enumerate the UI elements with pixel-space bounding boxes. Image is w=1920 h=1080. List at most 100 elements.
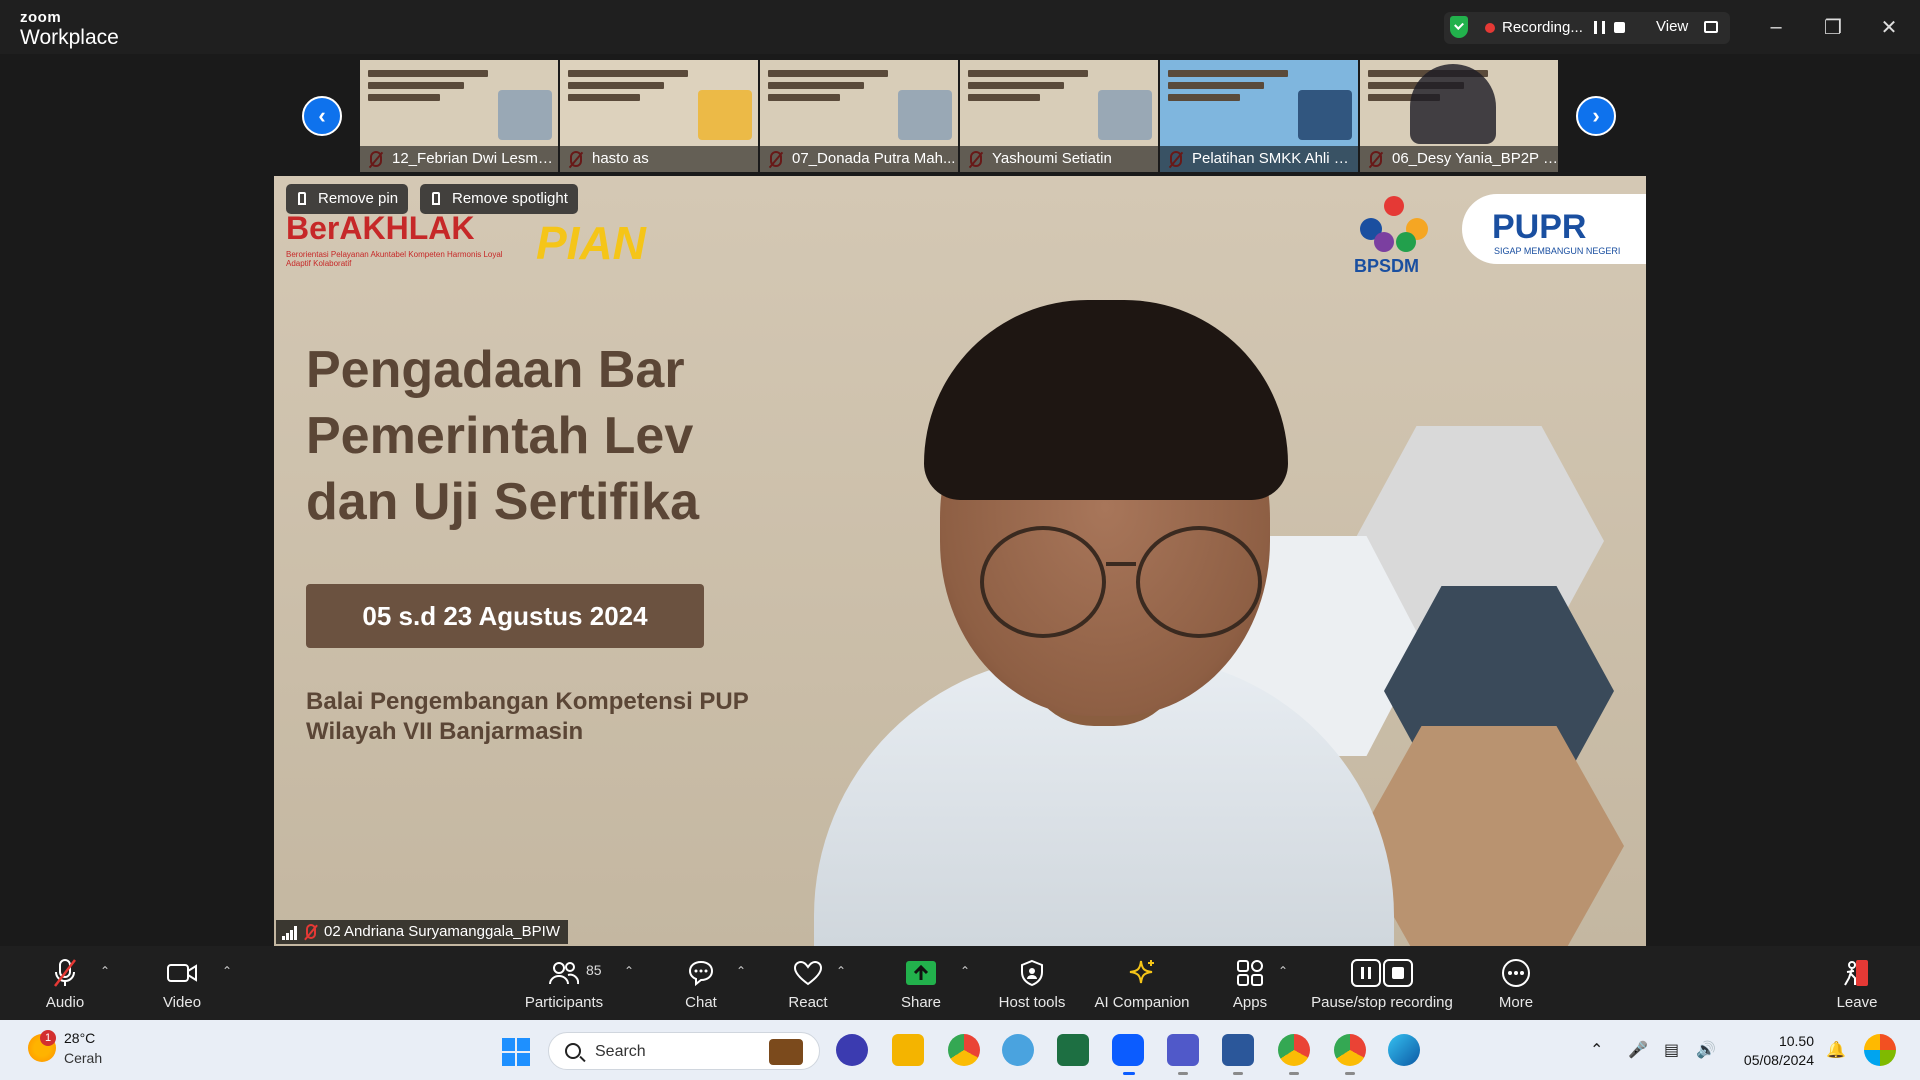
network-icon[interactable]: ▤ [1664, 1040, 1679, 1060]
speaker-label: 02 Andriana Suryamanggala_BPIW [276, 920, 568, 944]
audio-label: Audio [45, 994, 85, 1011]
speaker-name: 02 Andriana Suryamanggala_BPIW [324, 923, 560, 940]
minimize-icon[interactable]: – [1763, 14, 1789, 40]
video-button[interactable]: Video [142, 946, 222, 1020]
participants-count: 85 [586, 962, 602, 978]
chat-button[interactable]: Chat [664, 946, 738, 1020]
title-bar: zoom Workplace Recording... View – ❐ ✕ [0, 0, 1920, 54]
edge-icon[interactable] [1388, 1034, 1420, 1066]
zoom-app-icon[interactable] [1112, 1034, 1144, 1066]
share-options-chevron-icon[interactable]: ⌃ [960, 964, 970, 978]
chrome-icon[interactable] [948, 1034, 980, 1066]
share-button[interactable]: Share [882, 946, 960, 1020]
brand-top: zoom [20, 9, 62, 26]
clock-time: 10.50 [1778, 1033, 1814, 1049]
encryption-shield-icon[interactable] [1450, 16, 1468, 38]
copilot-icon[interactable] [1864, 1034, 1896, 1066]
participant-name: 12_Febrian Dwi Lesmo... [360, 146, 558, 172]
view-label: View [1656, 18, 1689, 35]
weather-temperature[interactable]: 28°C [64, 1030, 95, 1046]
heart-icon [792, 958, 824, 988]
remove-pin-button[interactable]: Remove pin [286, 184, 409, 214]
leave-button[interactable]: Leave [1820, 946, 1894, 1020]
participant-thumbnail[interactable]: 06_Desy Yania_BP2P K I [1360, 60, 1558, 172]
apps-button[interactable]: Apps [1210, 946, 1290, 1020]
chat-bubble-icon [685, 958, 717, 988]
thumbnail-slide [968, 70, 1088, 130]
participant-thumbnail[interactable]: 12_Febrian Dwi Lesmo... [360, 60, 558, 172]
more-dots-icon [1500, 958, 1532, 988]
glasses-right [1136, 526, 1262, 638]
weather-badge: 1 [40, 1030, 56, 1046]
react-options-chevron-icon[interactable]: ⌃ [836, 964, 846, 978]
volume-icon[interactable]: 🔊 [1696, 1040, 1716, 1060]
close-icon[interactable]: ✕ [1876, 14, 1902, 40]
weather-condition[interactable]: Cerah [64, 1050, 102, 1066]
taskbar-search[interactable]: Search [548, 1032, 820, 1070]
restore-icon[interactable]: ❐ [1820, 14, 1846, 40]
zoom-logo: zoom Workplace [20, 10, 119, 48]
presenter-video [774, 236, 1474, 946]
pause-stop-icon [1350, 958, 1414, 988]
taskbar-clock[interactable]: 10.50 05/08/2024 [1730, 1032, 1814, 1070]
host-tools-button[interactable]: Host tools [990, 946, 1074, 1020]
show-hidden-icons-chevron-icon[interactable]: ⌃ [1590, 1040, 1603, 1060]
thumbnail-art [1098, 90, 1152, 140]
host-shield-icon [1016, 958, 1048, 988]
participant-thumbnail[interactable]: 07_Donada Putra Mah... [760, 60, 958, 172]
remove-pin-label: Remove pin [318, 190, 399, 207]
slide-title-line: Pengadaan Bar [306, 341, 685, 399]
video-options-chevron-icon[interactable]: ⌃ [222, 964, 232, 978]
apps-options-chevron-icon[interactable]: ⌃ [1278, 964, 1288, 978]
pupr-label: PUPR [1492, 208, 1587, 246]
open-app-indicator [1289, 1072, 1299, 1075]
chrome-profile-icon[interactable] [1334, 1034, 1366, 1066]
pause-stop-recording-button[interactable]: Pause/stop recording [1304, 946, 1460, 1020]
photos-app-icon[interactable] [1002, 1034, 1034, 1066]
gallery-prev-icon[interactable]: ‹ [302, 96, 342, 136]
brand-bottom: Workplace [20, 26, 119, 49]
meeting-toolbar: Audio ⌃ Video ⌃ Participants 85 ⌃ Chat ⌃… [0, 946, 1920, 1020]
participants-button[interactable]: Participants [516, 946, 612, 1020]
react-button[interactable]: React [770, 946, 846, 1020]
participant-thumbnail[interactable]: Yashoumi Setiatin [960, 60, 1158, 172]
remove-spotlight-button[interactable]: Remove spotlight [420, 184, 578, 214]
windows-start-icon[interactable] [502, 1038, 530, 1066]
ai-companion-button[interactable]: AI Companion [1086, 946, 1198, 1020]
microphone-icon[interactable]: 🎤 [1628, 1040, 1648, 1060]
host-tools-label: Host tools [998, 994, 1066, 1011]
pian-logo: PIAN [536, 217, 646, 269]
file-explorer-icon[interactable] [892, 1034, 924, 1066]
open-app-indicator [1345, 1072, 1355, 1075]
glasses-bridge [1106, 562, 1136, 566]
thumbnail-art [698, 90, 752, 140]
chat-options-chevron-icon[interactable]: ⌃ [736, 964, 746, 978]
stop-recording-icon[interactable] [1614, 22, 1625, 33]
leave-door-icon [1841, 958, 1873, 988]
thumbnail-art [1298, 90, 1352, 140]
more-button[interactable]: More [1476, 946, 1556, 1020]
participant-thumbnail[interactable]: hasto as [560, 60, 758, 172]
participant-thumbnail[interactable]: Pelatihan SMKK Ahli M... [1160, 60, 1358, 172]
participants-options-chevron-icon[interactable]: ⌃ [624, 964, 634, 978]
word-icon[interactable] [1222, 1034, 1254, 1066]
share-screen-icon [905, 958, 937, 988]
audio-button[interactable]: Audio [26, 946, 104, 1020]
apps-label: Apps [1232, 994, 1268, 1011]
participant-name: hasto as [560, 146, 758, 172]
open-app-indicator [1178, 1072, 1188, 1075]
main-video[interactable]: BerAKHLAK Berorientasi Pelayanan Akuntab… [274, 176, 1646, 946]
chrome-profile-icon[interactable] [1278, 1034, 1310, 1066]
participant-name: Yashoumi Setiatin [960, 146, 1158, 172]
meet-app-icon[interactable] [836, 1034, 868, 1066]
apps-grid-icon [1234, 958, 1266, 988]
gallery-next-icon[interactable]: › [1576, 96, 1616, 136]
pause-recording-icon[interactable] [1594, 21, 1605, 34]
view-button[interactable]: View [1640, 14, 1728, 42]
search-icon [565, 1043, 581, 1059]
teams-icon[interactable] [1167, 1034, 1199, 1066]
notification-bell-icon[interactable]: 🔔 [1826, 1040, 1846, 1060]
audio-options-chevron-icon[interactable]: ⌃ [100, 964, 110, 978]
excel-icon[interactable] [1057, 1034, 1089, 1066]
video-label: Video [162, 994, 202, 1011]
